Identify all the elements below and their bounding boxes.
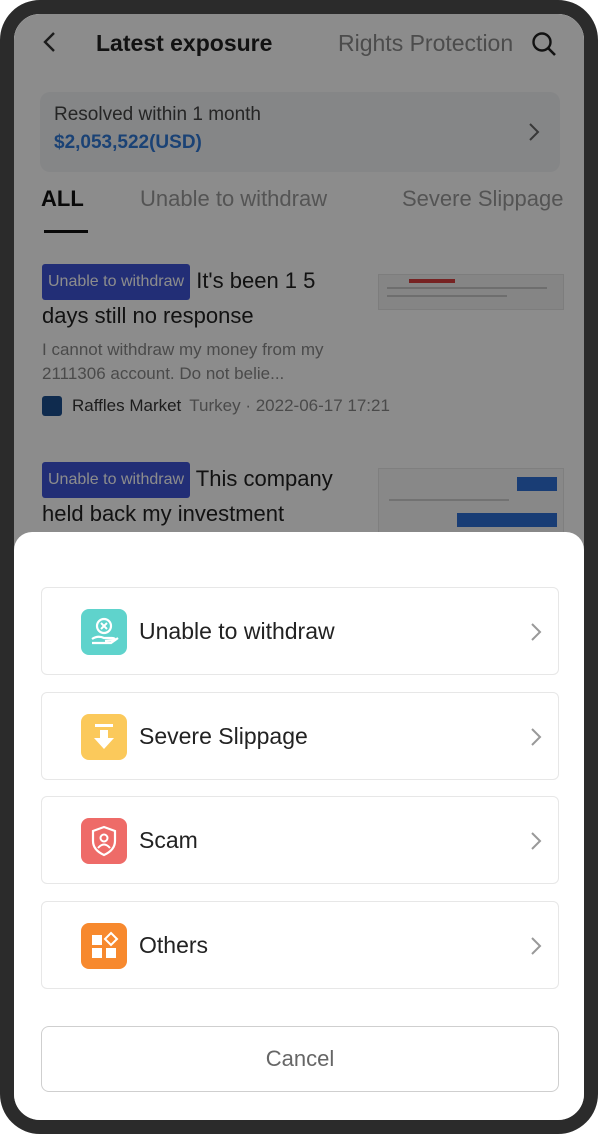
hand-coin-icon xyxy=(81,609,127,655)
screen: Latest exposure Rights Protection Resolv… xyxy=(14,14,584,1120)
option-label: Scam xyxy=(139,827,198,853)
chevron-right-icon xyxy=(528,830,544,852)
chevron-right-icon xyxy=(528,621,544,643)
option-severe-slippage[interactable]: Severe Slippage xyxy=(41,692,559,780)
chevron-right-icon xyxy=(528,935,544,957)
option-unable-to-withdraw[interactable]: Unable to withdraw xyxy=(41,587,559,675)
shield-user-icon xyxy=(81,818,127,864)
category-bottom-sheet: Unable to withdraw Severe Slippage Scam … xyxy=(14,532,584,1120)
chevron-right-icon xyxy=(528,726,544,748)
option-label: Unable to withdraw xyxy=(139,618,335,644)
down-arrow-icon xyxy=(81,714,127,760)
option-label: Others xyxy=(139,932,209,958)
option-others[interactable]: Others xyxy=(41,901,559,989)
option-scam[interactable]: Scam xyxy=(41,796,559,884)
option-label: Severe Slippage xyxy=(139,723,308,749)
phone-frame: Latest exposure Rights Protection Resolv… xyxy=(0,0,598,1134)
grid-shapes-icon xyxy=(81,923,127,969)
cancel-button[interactable]: Cancel xyxy=(41,1026,559,1092)
